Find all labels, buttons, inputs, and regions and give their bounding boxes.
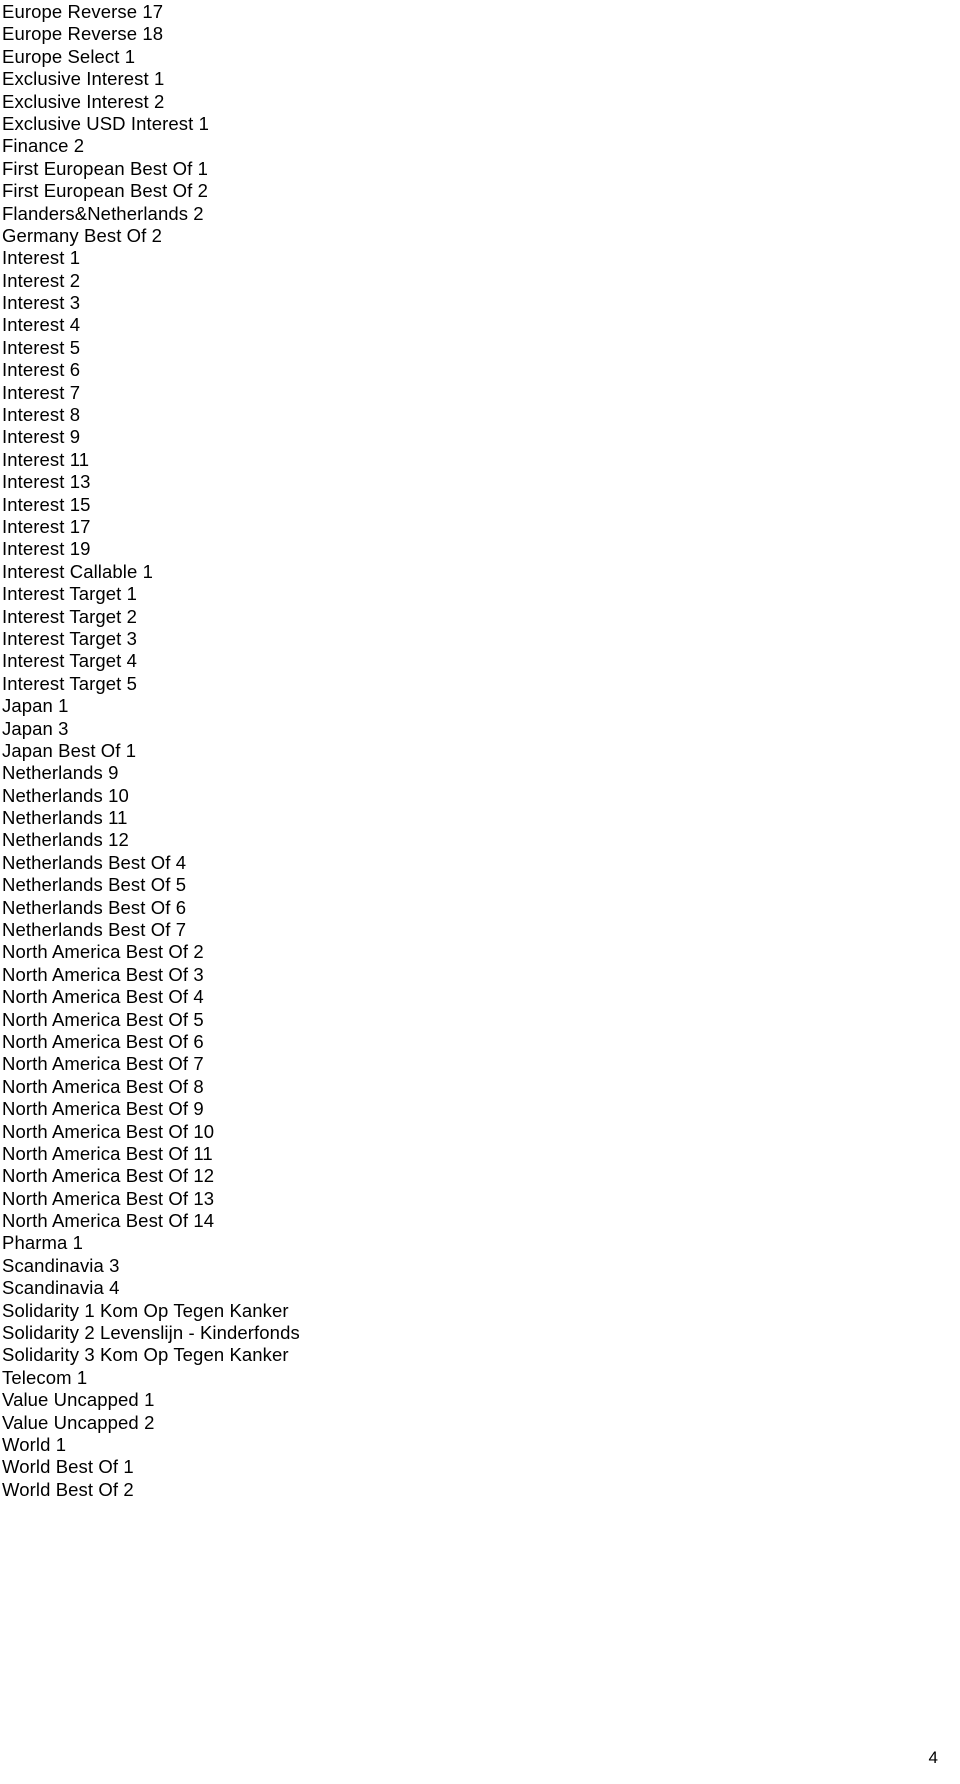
- list-item: Interest 2: [2, 269, 81, 291]
- list-item: Value Uncapped 1: [2, 1389, 155, 1411]
- list-item: North America Best Of 5: [2, 1008, 204, 1030]
- document-page: Europe Reverse 17 Europe Reverse 18 Europe…: [0, 0, 960, 1784]
- list-item: World Best Of 1: [2, 1456, 134, 1478]
- list-item: Netherlands 11: [2, 807, 128, 829]
- list-item: Interest 1: [2, 247, 81, 269]
- list-item: North America Best Of 8: [2, 1075, 204, 1097]
- list-item: Netherlands Best Of 4: [2, 851, 187, 873]
- list-item: Japan 3: [2, 717, 69, 739]
- list-item: Interest 15: [2, 493, 91, 515]
- list-item: Telecom 1: [2, 1366, 88, 1388]
- list-item: Exclusive Interest 1: [2, 68, 165, 90]
- list-item: Netherlands 10: [2, 784, 129, 806]
- list-item: North America Best Of 12: [2, 1165, 215, 1187]
- list-item: North America Best Of 3: [2, 963, 204, 985]
- list-item: Pharma 1: [2, 1232, 84, 1254]
- list-item: Interest 6: [2, 359, 81, 381]
- list-item: Interest 17: [2, 515, 91, 537]
- list-item: Germany Best Of 2: [2, 224, 163, 246]
- list-item: Interest Target 2: [2, 605, 138, 627]
- list-item: Interest 7: [2, 381, 81, 403]
- list-item: World Best Of 2: [2, 1478, 134, 1500]
- list-item: Europe Reverse 17: [2, 1, 164, 22]
- list-item: Interest 19: [2, 538, 91, 560]
- list-item: North America Best Of 4: [2, 986, 204, 1008]
- list-item: Interest Target 5: [2, 672, 138, 694]
- list-item: Interest Target 3: [2, 627, 138, 649]
- list-item: First European Best Of 2: [2, 180, 208, 202]
- list-item: North America Best Of 6: [2, 1030, 204, 1052]
- list-item: Japan 1: [2, 695, 69, 717]
- list-item: Interest 13: [2, 471, 91, 493]
- list-item: Interest Target 1: [2, 583, 138, 605]
- list-item: First European Best Of 1: [2, 157, 208, 179]
- list-item: Solidarity 2 Levenslijn - Kinderfonds: [2, 1322, 300, 1344]
- list-item: Interest 11: [2, 448, 90, 470]
- page-number: 4: [928, 1748, 938, 1767]
- list-item: North America Best Of 7: [2, 1053, 204, 1075]
- list-item: Interest 3: [2, 292, 81, 314]
- list-item: North America Best Of 11: [2, 1142, 213, 1164]
- list-item: Scandinavia 3: [2, 1254, 120, 1276]
- list-item: Japan Best Of 1: [2, 739, 137, 761]
- list-item: Solidarity 1 Kom Op Tegen Kanker: [2, 1299, 289, 1321]
- list-item: Europe Reverse 18: [2, 23, 164, 45]
- product-name-list: Europe Reverse 17 Europe Reverse 18 Europe…: [2, 1, 942, 1501]
- list-item: Exclusive Interest 2: [2, 90, 165, 112]
- list-item: World 1: [2, 1434, 67, 1455]
- list-item: Interest 4: [2, 314, 81, 336]
- list-item: Europe Select 1: [2, 45, 136, 67]
- list-item: Interest Callable 1: [2, 560, 154, 582]
- list-item: Interest 9: [2, 426, 81, 448]
- list-item: Interest 5: [2, 336, 81, 358]
- list-item: Netherlands 9: [2, 762, 119, 784]
- list-item: North America Best Of 10: [2, 1120, 215, 1142]
- list-item: North America Best Of 13: [2, 1187, 215, 1209]
- list-item: North America Best Of 2: [2, 941, 204, 963]
- list-item: North America Best Of 14: [2, 1210, 215, 1232]
- list-item: Interest Target 4: [2, 650, 138, 672]
- list-item: Finance 2: [2, 135, 85, 157]
- list-item: Netherlands Best Of 5: [2, 874, 187, 896]
- list-item: Solidarity 3 Kom Op Tegen Kanker: [2, 1344, 289, 1366]
- list-item: Scandinavia 4: [2, 1277, 120, 1299]
- list-item: Flanders&Netherlands 2: [2, 202, 204, 224]
- list-item: North America Best Of 9: [2, 1098, 204, 1120]
- list-item: Exclusive USD Interest 1: [2, 112, 210, 134]
- list-item: Netherlands Best Of 7: [2, 919, 187, 941]
- list-item: Netherlands 12: [2, 829, 129, 851]
- list-item: Interest 8: [2, 404, 81, 426]
- list-item: Netherlands Best Of 6: [2, 896, 187, 918]
- list-item: Value Uncapped 2: [2, 1411, 155, 1433]
